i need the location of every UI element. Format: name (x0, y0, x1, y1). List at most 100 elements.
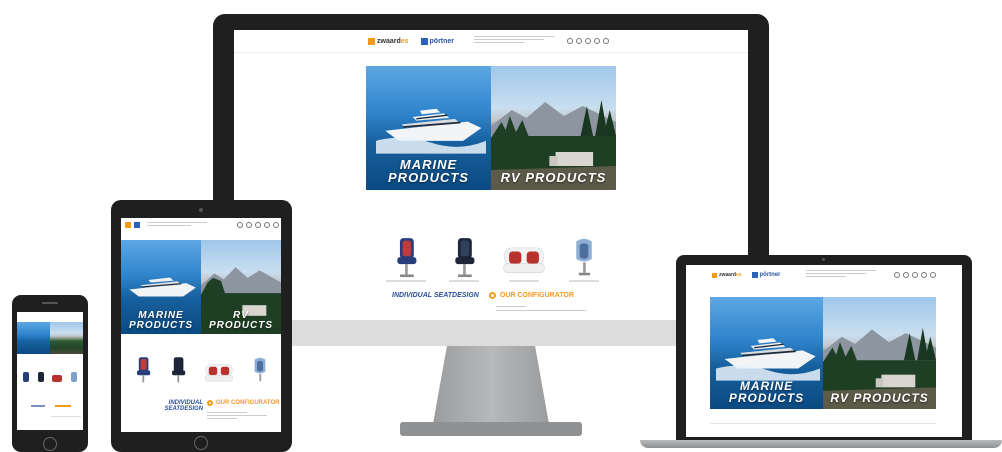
rv-products-panel[interactable]: RV PRODUCTS (823, 297, 936, 409)
blue-red-helm-seat (396, 238, 416, 278)
laptop-camera (822, 258, 825, 261)
yacht-image (376, 108, 486, 154)
configurator-link[interactable]: OUR CONFIGURATOR (488, 292, 574, 299)
marine-products-panel[interactable]: MARINE PRODUCTS (710, 297, 823, 409)
tablet-camera (199, 208, 203, 212)
marine-hero-label: MARINE PRODUCTS (728, 379, 805, 405)
seatdesign-line2: SEATDESIGN (164, 406, 203, 412)
product-card[interactable] (502, 244, 546, 282)
marine-products-panel[interactable]: MARINE PRODUCTS (366, 66, 491, 190)
yacht-image (716, 338, 820, 381)
user-icon[interactable] (567, 38, 573, 44)
tablet-screen: MARINE PRODUCTS RV PRODUCTS INDIVIDUAL S… (121, 218, 281, 432)
header-icons (567, 38, 609, 44)
hero-banner: MARINE PRODUCTS RV PRODUCTS (366, 66, 616, 190)
globe-icon[interactable] (255, 222, 261, 228)
white-red-bench-seat (204, 364, 233, 382)
cart-icon[interactable] (930, 272, 936, 278)
configurator-text-lines (496, 306, 586, 311)
marine-hero-label: MARINE PRODUCTS (388, 157, 469, 185)
phone-screen (17, 312, 83, 430)
search-icon[interactable] (576, 38, 582, 44)
rv-products-panel[interactable]: RV PRODUCTS (491, 66, 616, 190)
yacht-image (129, 277, 196, 297)
brand-a-logo[interactable]: zwaard es (368, 37, 409, 45)
gear-icon (207, 400, 213, 406)
tablet-product-grid (125, 342, 277, 386)
tablet-header-icons (237, 222, 279, 228)
product-card[interactable] (568, 236, 599, 282)
brand-a-icon[interactable] (125, 222, 131, 228)
product-card[interactable] (204, 362, 234, 386)
rv-hero-label: RV PRODUCTS (500, 170, 607, 185)
product-card[interactable] (134, 356, 152, 386)
user-icon[interactable] (237, 222, 243, 228)
tablet-config-lines (207, 412, 267, 419)
phone-hero-banner (17, 322, 83, 354)
phone-config-row (31, 394, 81, 417)
seatdesign-label: INDIVIDUAL SEATDESIGN (392, 292, 479, 299)
monitor-base (400, 422, 582, 436)
product-card[interactable] (448, 236, 479, 282)
product-grid (374, 216, 610, 282)
configurator-link[interactable]: OUR CONFIGURATOR (207, 400, 279, 406)
laptop-hero-banner: MARINE PRODUCTS RV PRODUCTS (710, 297, 936, 409)
navy-helm-seat (454, 238, 474, 278)
chat-icon[interactable] (594, 38, 600, 44)
phone-speaker (42, 302, 58, 304)
user-icon[interactable] (894, 272, 900, 278)
brand-b-icon[interactable] (134, 222, 140, 228)
product-caption (448, 280, 479, 282)
laptop-header-lines (806, 270, 876, 277)
chat-icon[interactable] (921, 272, 927, 278)
product-card[interactable] (251, 356, 269, 386)
white-red-bench-seat (502, 247, 545, 273)
rv-products-panel[interactable] (50, 322, 83, 354)
tablet-header (121, 218, 281, 232)
navy-helm-seat (171, 357, 185, 383)
marine-products-panel[interactable] (17, 322, 50, 354)
marine-products-panel[interactable]: MARINE PRODUCTS (121, 240, 201, 334)
monitor-stand (433, 346, 549, 424)
cart-icon[interactable] (603, 38, 609, 44)
globe-icon[interactable] (912, 272, 918, 278)
search-icon[interactable] (903, 272, 909, 278)
configurator-row: INDIVIDUAL SEATDESIGN OUR CONFIGURATOR (392, 292, 652, 299)
chat-icon[interactable] (264, 222, 270, 228)
brand-b-logo[interactable]: pörtner (751, 272, 781, 278)
tablet-home-button[interactable] (194, 436, 208, 450)
product-card[interactable] (385, 236, 426, 282)
cart-icon[interactable] (273, 222, 279, 228)
marine-hero-label: MARINE PRODUCTS (128, 310, 194, 331)
laptop-base (640, 440, 1002, 448)
laptop-screen: zwaard es pörtner MARINE PRODUCTS RV PRO… (686, 265, 962, 437)
blue-bucket-seat (575, 238, 592, 276)
blue-red-helm-seat[interactable] (23, 372, 30, 382)
site-header: zwaard es pörtner (234, 30, 748, 53)
laptop-header: zwaard es pörtner (686, 265, 962, 285)
blue-bucket-seat (254, 357, 265, 382)
globe-icon[interactable] (585, 38, 591, 44)
rv-products-panel[interactable]: RV PRODUCTS (201, 240, 281, 334)
tablet-seatdesign-label: INDIVIDUAL SEATDESIGN (151, 400, 203, 412)
tablet-header-lines (147, 222, 207, 226)
search-icon[interactable] (246, 222, 252, 228)
product-card[interactable] (169, 356, 187, 386)
brand-a-logo[interactable]: zwaard es (712, 272, 742, 278)
blue-bucket-seat[interactable] (70, 372, 77, 382)
phone-home-button[interactable] (43, 437, 57, 451)
product-caption (508, 280, 539, 282)
product-caption (385, 280, 426, 282)
blue-red-helm-seat (136, 357, 150, 383)
navy-helm-seat[interactable] (37, 372, 44, 382)
gear-icon (488, 292, 496, 299)
laptop-divider (710, 423, 936, 424)
white-red-bench-seat[interactable] (52, 375, 63, 382)
monitor-screen: zwaard es pörtner MARINE PRODUCTS RV PRO… (234, 30, 748, 320)
header-tagline-lines (474, 36, 554, 43)
tablet-hero-banner: MARINE PRODUCTS RV PRODUCTS (121, 240, 281, 334)
rv-hero-label: RV PRODUCTS (208, 310, 274, 331)
brand-b-logo[interactable]: pörtner (420, 37, 454, 45)
rv-hero-label: RV PRODUCTS (830, 391, 929, 405)
product-caption (568, 280, 599, 282)
